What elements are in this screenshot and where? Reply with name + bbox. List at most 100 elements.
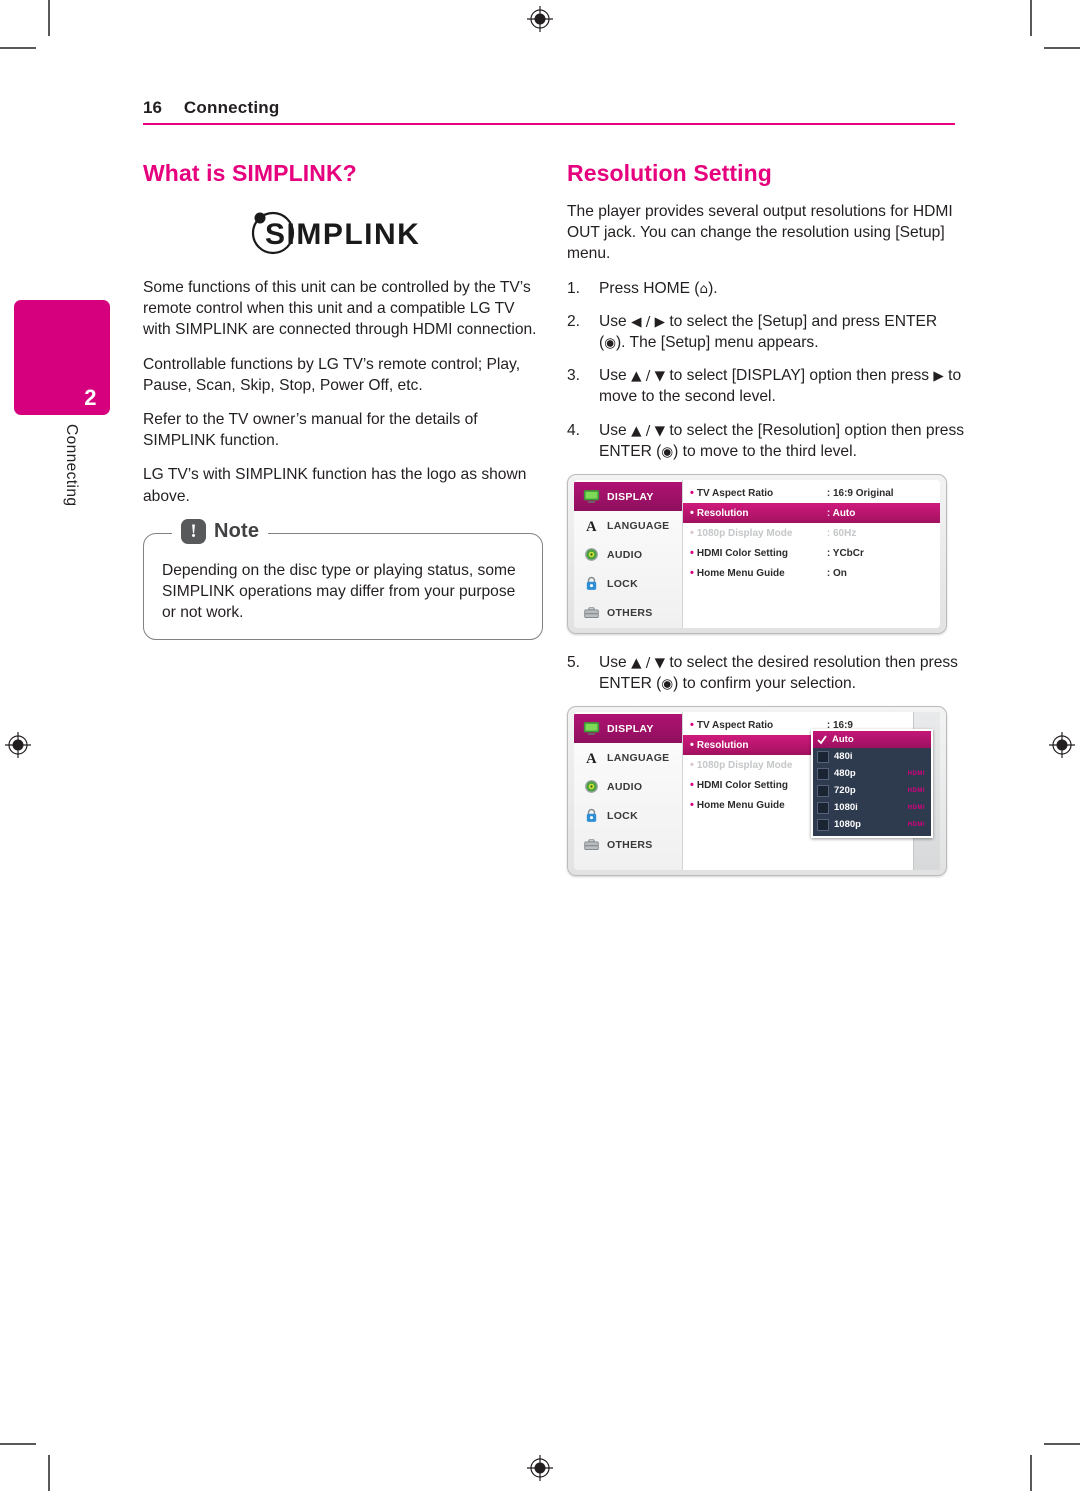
osd-nav-label: LANGUAGE [607,751,670,764]
osd-setting-row: • 1080p Display Mode: 60Hz [683,523,940,543]
resolution-option-label: 1080p [834,819,861,831]
checkbox-icon [817,767,829,780]
registration-mark-right [1049,732,1075,758]
resolution-option[interactable]: 1080i HDMI [813,799,931,816]
registration-mark-top [527,6,553,32]
osd-nav-item-others-2[interactable]: OTHERS [574,830,682,859]
remote-key-icon: ▲ / ▼ [631,422,665,439]
resolution-intro: The player provides several output resol… [567,203,953,263]
step-text: Use [599,312,632,330]
osd-nav-item-display[interactable]: DISPLAY [574,482,682,512]
page-number: 16 [143,98,162,117]
osd-screenshot-setup-menu: DISPLAY A LANGUAGE AUDIO LOCK OTHERS • TV Aspe… [567,474,947,635]
remote-key-icon: ◉ [661,443,674,460]
step-number: 2. [567,312,581,330]
resolution-option[interactable]: 480i [813,748,931,765]
exclamation-icon: ! [181,518,206,544]
checkbox-icon [817,784,829,797]
padlock-icon [583,808,600,823]
chapter-tab: 2 [14,300,110,415]
osd-setting-label: Resolution [696,507,749,519]
checkmark-icon [817,735,827,745]
crop-mark-right-top [1044,47,1080,49]
step-text: ). The [Setup] menu appears. [615,334,819,352]
crop-mark-bottom-right [1030,1455,1032,1491]
osd-setting-label: TV Aspect Ratio [696,487,774,499]
osd-nav-item-language-2[interactable]: A LANGUAGE [574,743,682,772]
osd-setting-value: : YCbCr [826,547,864,559]
step-number: 3. [567,367,581,385]
step-text: Use [599,421,632,439]
osd-setting-row[interactable]: • HDMI Color Setting: YCbCr [683,543,940,563]
running-head-title: Connecting [183,98,280,117]
osd-nav-label: AUDIO [607,780,643,793]
step-number: 5. [567,654,581,672]
osd-nav-item-language[interactable]: A LANGUAGE [574,511,682,540]
resolution-option[interactable]: 720p HDMI [813,782,931,799]
note-text: Depending on the disc type or playing st… [162,561,516,622]
simplink-paragraph-3: Refer to the TV owner’s manual for the d… [143,411,478,450]
osd-nav-label: LOCK [607,809,638,822]
step-text: ) to move to the third level. [673,442,857,460]
left-column: What is SIMPLINK? SIMPLINK Some function… [143,160,543,641]
hdmi-badge: HDMI [907,770,925,777]
simplink-logo: SIMPLINK [143,209,543,257]
crop-mark-top-right [1030,0,1032,36]
resolution-option-label: Auto [832,734,854,746]
remote-key-icon: ◀ / ▶ [631,313,665,330]
osd-nav-item-audio[interactable]: AUDIO [574,540,682,569]
crop-mark-top-left [48,0,50,36]
briefcase-icon [583,605,600,620]
step-number: 4. [567,421,581,439]
osd-nav-item-display-2[interactable]: DISPLAY [574,714,682,744]
remote-key-icon: ⌂ [699,280,709,297]
simplink-paragraph-4: LG TV’s with SIMPLINK function has the l… [143,466,527,505]
osd-setting-row[interactable]: • Home Menu Guide: On [683,563,940,583]
resolution-option[interactable]: 1080p HDMI [813,816,931,833]
note-header: ! Note [172,518,269,544]
resolution-option-label: 720p [834,785,856,797]
hdmi-badge: HDMI [907,787,925,794]
resolution-dropdown[interactable]: Auto 480i 480p HDMI 720p HDMI 1080i HDMI 1080p HD… [811,729,933,839]
osd-nav-item-others[interactable]: OTHERS [574,598,682,627]
step-item: 5. Use ▲ / ▼ to select the desired resolu… [567,652,967,694]
osd-setting-label: 1080p Display Mode [696,759,793,771]
resolution-option-label: 480p [834,768,856,780]
osd-nav-label: DISPLAY [607,722,654,735]
simplink-wordmark: SIMPLINK [265,218,420,251]
header-rule [143,123,955,125]
step-item: 1. Press HOME (⌂). [567,278,967,299]
osd-setting-label: Resolution [696,739,749,751]
simplink-logo-mark: SIMPLINK [251,211,420,255]
simplink-paragraph-1: Some functions of this unit can be contr… [143,279,537,339]
remote-key-icon: ▲ / ▼ [631,655,665,672]
tv-icon [583,489,600,504]
chapter-name-vertical: Connecting [63,424,80,507]
remote-key-icon: ◉ [661,676,674,693]
osd-nav-item-lock[interactable]: LOCK [574,569,682,598]
osd-setting-row[interactable]: • Resolution: Auto [683,503,940,524]
osd-setting-label: TV Aspect Ratio [696,719,774,731]
osd-nav-list: DISPLAY A LANGUAGE AUDIO LOCK OTHERS [574,480,683,629]
note-title: Note [214,519,260,542]
section-heading-resolution: Resolution Setting [567,160,772,186]
resolution-option[interactable]: Auto [813,731,931,749]
step-text: ). [708,279,718,297]
osd-setting-label: Home Menu Guide [696,567,785,579]
step-text: to select [DISPLAY] option then press [664,367,934,385]
osd-option-list: • TV Aspect Ratio: 16:9 Original • Resoluti… [683,480,940,629]
resolution-option-label: 1080i [834,802,858,814]
osd-nav-item-lock-2[interactable]: LOCK [574,801,682,830]
letter-a-icon: A [583,518,600,533]
crop-mark-right-bottom [1044,1443,1080,1445]
remote-key-icon: ▲ / ▼ [631,368,665,385]
osd-nav-label: DISPLAY [607,490,654,503]
osd-nav-list-2: DISPLAY A LANGUAGE AUDIO LOCK OTHERS [574,712,683,871]
step-item: 3. Use ▲ / ▼ to select [DISPLAY] option t… [567,365,967,407]
osd-setting-row[interactable]: • TV Aspect Ratio: 16:9 Original [683,483,940,503]
checkbox-icon [817,750,829,763]
resolution-option[interactable]: 480p HDMI [813,765,931,782]
disc-icon [583,779,600,794]
remote-key-icon: ▶ [933,368,944,385]
osd-nav-item-audio-2[interactable]: AUDIO [574,772,682,801]
